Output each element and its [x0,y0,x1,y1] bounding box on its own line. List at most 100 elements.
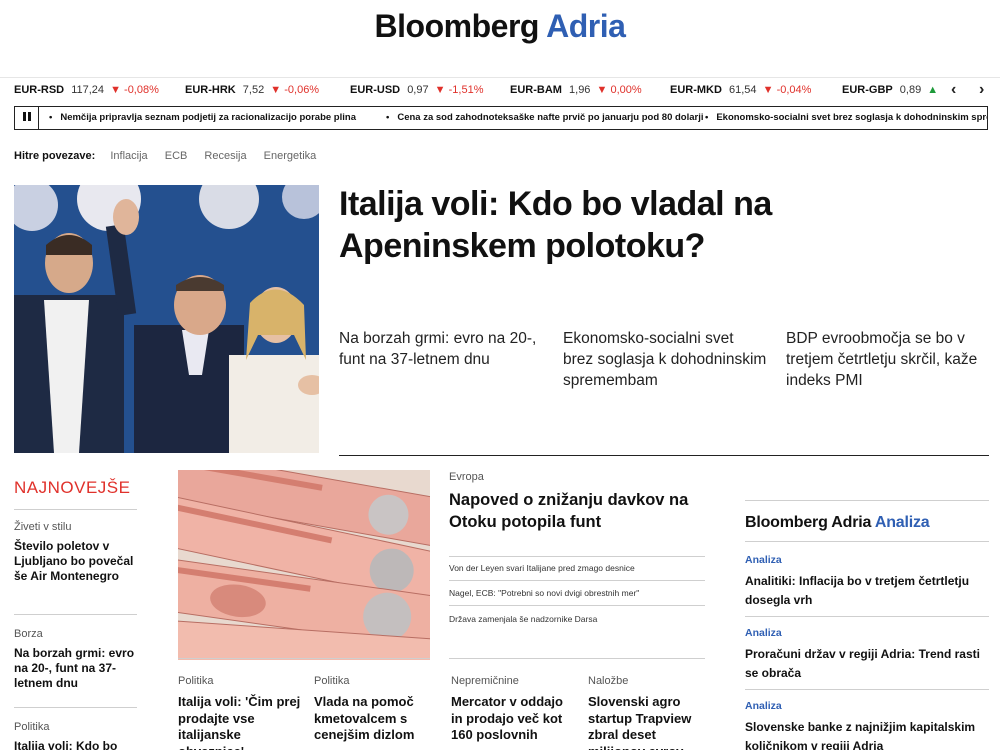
hero-headline[interactable]: Italija voli: Kdo bo vladal na Apeninske… [339,183,959,267]
latest-item[interactable]: Politika Italija voli: Kdo bo [14,721,144,750]
quick-link-energetika[interactable]: Energetika [264,150,317,162]
latest-item[interactable]: Borza Na borzah grmi: evro na 20-, funt … [14,628,144,691]
analysis-heading-label: Analiza [874,514,930,531]
latest-item-title: Italija voli: Kdo bo [14,739,118,750]
analysis-item-title: Proračuni držav v regiji Adria: Trend ra… [745,647,980,680]
news-strip-item[interactable]: Ekonomsko-socialni svet brez soglasja k … [705,112,987,123]
quick-link-recesija[interactable]: Recesija [204,150,246,162]
europe-headline[interactable]: Napoved o znižanju davkov na Otoku potop… [449,489,709,533]
ticker-pair: EUR-GBP [842,84,893,96]
card-title: Slovenski agro startup Trapview zbral de… [588,694,692,750]
ticker-change: -0,06% [284,84,320,96]
divider [14,614,137,615]
ticker-change: -0,04% [776,84,812,96]
ticker-value: 61,54 [729,84,757,96]
divider [449,580,705,581]
ticker-item-eur-gbp[interactable]: EUR-GBP 0,89 ▲ [842,84,938,96]
hero-sub-link[interactable]: Ekonomsko-socialni svet brez soglasja k … [563,328,768,391]
card-category: Politika [314,675,350,687]
logo-text-adria: Adria [546,8,626,44]
politicians-rally-photo [14,185,319,453]
site-header: Bloomberg Adria [0,0,1000,78]
card-category: Nepremičnine [451,675,519,687]
analysis-item[interactable]: Analiza Slovenske banke z najnižjim kapi… [745,700,990,750]
ticker-item-eur-bam[interactable]: EUR-BAM 1,96 ▼ 0,00% [510,84,642,96]
ticker-pair: EUR-RSD [14,84,65,96]
story-card[interactable]: Politika Italija voli: 'Čim prej prodajt… [178,675,303,750]
breaking-news-strip: Nemčija pripravlja seznam podjetij za ra… [14,106,988,130]
divider [178,658,430,659]
card-title: Italija voli: 'Čim prej prodajte vse ita… [178,694,301,750]
analysis-item-title: Slovenske banke z najnižjim kapitalskim … [745,720,976,750]
analysis-item[interactable]: Analiza Analitiki: Inflacija bo v tretje… [745,554,990,610]
ticker-change: -0,08% [124,84,159,96]
arrow-down-icon: ▼ [762,84,774,96]
europe-category[interactable]: Evropa [449,471,484,483]
ticker-pair: EUR-MKD [670,84,722,96]
ticker-value: 117,24 [71,84,105,96]
card-title: Vlada na pomoč kmetovalcem s cenejšim di… [314,694,415,742]
chevron-left-icon[interactable]: ‹ [951,80,956,100]
divider [14,509,137,510]
pause-icon [22,112,32,124]
ticker-value: 7,52 [242,84,265,96]
analysis-item-category: Analiza [745,627,782,639]
divider [14,707,137,708]
chevron-right-icon[interactable]: › [979,80,984,100]
latest-item[interactable]: Živeti v stilu Število poletov v Ljublja… [14,521,144,584]
quick-link-inflacija[interactable]: Inflacija [110,150,147,162]
latest-item-title: Na borzah grmi: evro na 20-, funt na 37-… [14,646,135,690]
analysis-heading[interactable]: Bloomberg Adria Analiza [745,514,930,532]
news-strip-item[interactable]: Cena za sod zahodnoteksaške nafte prvič … [386,112,703,123]
hero-image[interactable] [14,185,319,453]
related-link[interactable]: Von der Leyen svari Italijane pred zmago… [449,563,709,573]
ticker-value: 0,89 [899,84,922,96]
analysis-item-title: Analitiki: Inflacija bo v tretjem četrtl… [745,574,970,607]
news-strip-item[interactable]: Nemčija pripravlja seznam podjetij za ra… [49,112,356,123]
divider [745,689,989,690]
analysis-item-category: Analiza [745,554,782,566]
arrow-up-icon: ▲ [927,84,939,96]
latest-item-title: Število poletov v Ljubljano bo povečal š… [14,539,134,583]
divider [745,500,989,501]
banknotes-image[interactable] [178,470,430,660]
pause-button[interactable] [15,107,39,129]
card-category: Politika [178,675,214,687]
arrow-down-icon: ▼ [270,84,282,96]
analysis-item[interactable]: Analiza Proračuni držav v regiji Adria: … [745,627,990,683]
arrow-down-icon: ▼ [434,84,446,96]
story-card[interactable]: Nepremičnine Mercator v oddajo in prodaj… [451,675,576,744]
ticker-item-eur-usd[interactable]: EUR-USD 0,97 ▼ -1,51% [350,84,483,96]
related-link[interactable]: Nagel, ECB: "Potrebni so novi dvigi obre… [449,588,709,598]
hero-sub-link[interactable]: BDP evroobmočja se bo v tretjem četrtlet… [786,328,991,391]
quick-link-ecb[interactable]: ECB [165,150,188,162]
latest-item-category: Živeti v stilu [14,521,72,533]
arrow-down-icon: ▼ [110,84,121,96]
pound-banknotes-photo [178,470,430,660]
divider [339,455,989,456]
arrow-down-icon: ▼ [596,84,608,96]
story-card[interactable]: Naložbe Slovenski agro startup Trapview … [588,675,713,750]
ticker-pair: EUR-USD [350,84,401,96]
latest-item-category: Borza [14,628,43,640]
hero-sub-link[interactable]: Na borzah grmi: evro na 20-, funt na 37-… [339,328,544,370]
card-category: Naložbe [588,675,629,687]
story-card[interactable]: Politika Vlada na pomoč kmetovalcem s ce… [314,675,439,744]
site-logo[interactable]: Bloomberg Adria [0,8,1000,45]
latest-item-category: Politika [14,721,50,733]
ticker-item-eur-hrk[interactable]: EUR-HRK 7,52 ▼ -0,06% [185,84,319,96]
latest-heading[interactable]: NAJNOVEJŠE [14,478,130,498]
ticker-item-eur-mkd[interactable]: EUR-MKD 61,54 ▼ -0,04% [670,84,811,96]
quick-links: Hitre povezave: Inflacija ECB Recesija E… [14,150,330,162]
ticker-pair: EUR-BAM [510,84,562,96]
related-link[interactable]: Država zamenjala še nadzornike Darsa [449,614,709,624]
ticker-item-eur-rsd[interactable]: EUR-RSD 117,24 ▼ -0,08% [14,84,159,96]
divider [449,658,705,659]
divider [745,616,989,617]
ticker-change: -1,51% [448,84,484,96]
logo-text-bloomberg: Bloomberg [374,8,540,44]
ticker-change: 0,00% [610,84,642,96]
ticker-pair: EUR-HRK [185,84,236,96]
ticker-value: 0,97 [407,84,429,96]
divider [449,556,705,557]
